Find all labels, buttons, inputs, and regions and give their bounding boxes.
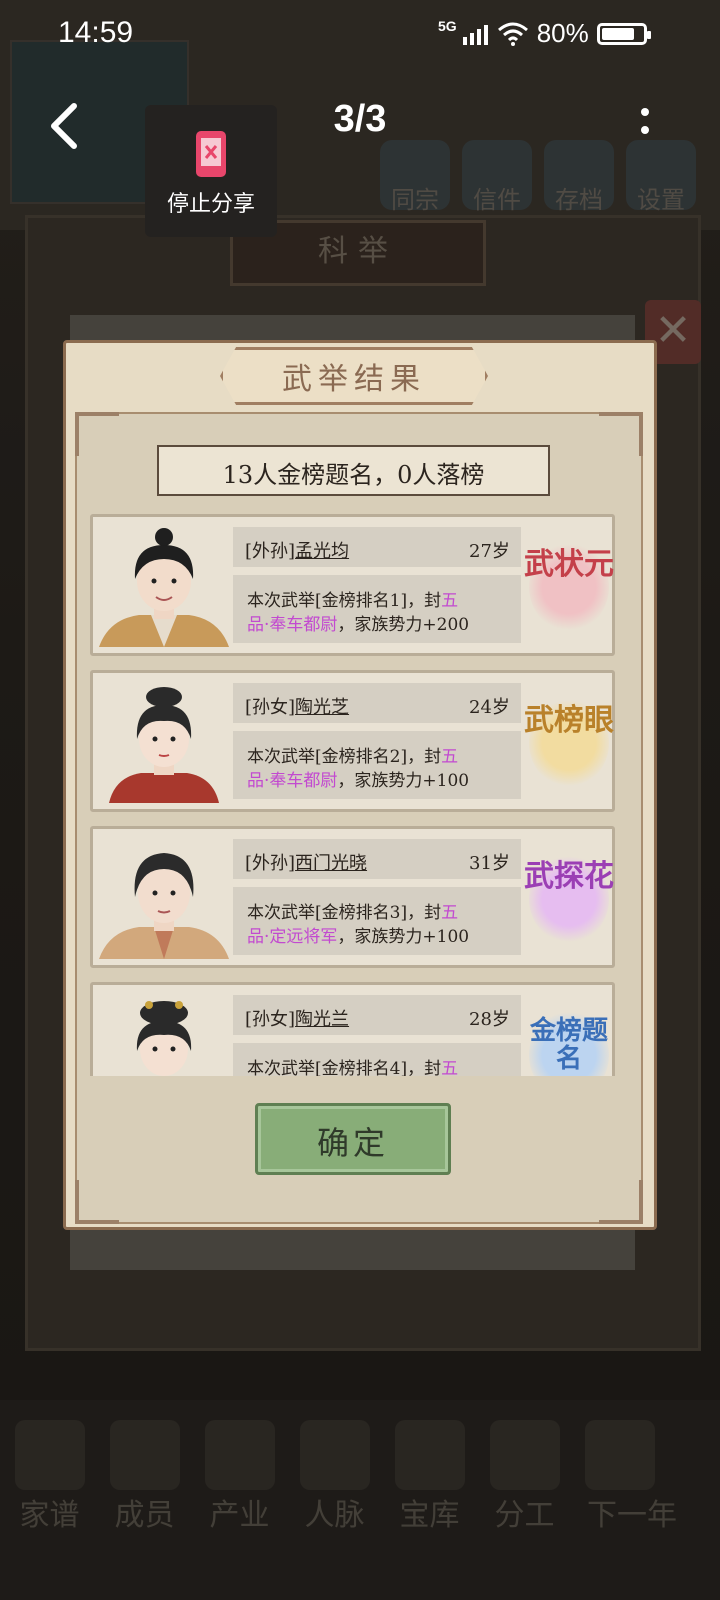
member-age: 27岁 — [469, 541, 510, 562]
desc-title-a: 五 — [441, 903, 459, 923]
result-card: [孙女]陶光兰 28岁 本次武举[金榜排名4]，封五 金榜题名 — [90, 982, 615, 1076]
battery-percent: 80% — [536, 18, 589, 48]
relation-label: [孙女] — [245, 697, 296, 718]
confirm-button-label: 确定 — [316, 1124, 389, 1162]
result-card: [外孙]西门光晓 31岁 本次武举[金榜排名3]，封五品·定远将军，家族势力+1… — [90, 826, 615, 968]
network-label: 5G — [438, 17, 457, 34]
result-description: 本次武举[金榜排名3]，封五品·定远将军，家族势力+100 — [247, 901, 515, 949]
corner-ornament — [599, 412, 643, 456]
desc-prefix: 本次武举[金榜排名2]，封 — [247, 747, 442, 767]
rank-badge: 武榜眼 — [524, 703, 614, 738]
desc-title-a: 五 — [441, 1059, 459, 1076]
corner-ornament — [75, 1180, 119, 1224]
stop-share-icon — [196, 131, 226, 177]
desc-prefix: 本次武举[金榜排名3]，封 — [247, 903, 442, 923]
rank-badge: 金榜题名 — [529, 1016, 608, 1074]
desc-suffix: ，家族势力+100 — [337, 927, 470, 947]
member-age: 28岁 — [469, 1009, 510, 1030]
stop-share-label: 停止分享 — [166, 192, 255, 217]
female-portrait-icon — [136, 1001, 192, 1076]
result-description: 本次武举[金榜排名1]，封五品·奉车都尉，家族势力+200 — [247, 589, 515, 637]
member-age: 31岁 — [469, 853, 510, 874]
corner-ornament — [75, 412, 119, 456]
result-card: [外孙]孟光均 27岁 本次武举[金榜排名1]，封五品·奉车都尉，家族势力+20… — [90, 514, 615, 656]
dialog-title: 武举结果 — [282, 362, 426, 397]
female-portrait-icon — [109, 687, 219, 803]
rank-badge: 武探花 — [524, 859, 614, 894]
wifi-icon — [497, 22, 528, 46]
rank-badge: 武状元 — [524, 547, 614, 582]
male-portrait-icon — [99, 528, 229, 647]
back-button[interactable] — [40, 98, 90, 154]
page-indicator: 3/3 — [333, 98, 387, 140]
result-card: [孙女]陶光芝 24岁 本次武举[金榜排名2]，封五品·奉车都尉，家族势力+10… — [90, 670, 615, 812]
status-time: 14:59 — [58, 16, 134, 49]
more-options-button[interactable] — [630, 100, 660, 150]
member-age: 24岁 — [469, 697, 510, 718]
member-name: [外孙]孟光均 — [245, 537, 349, 563]
desc-suffix: ，家族势力+100 — [337, 771, 470, 791]
status-indicators: 5G 80% — [438, 17, 651, 49]
corner-ornament — [599, 1180, 643, 1224]
member-name-link[interactable]: 陶光兰 — [295, 1009, 349, 1030]
member-name-link[interactable]: 孟光均 — [295, 541, 349, 562]
member-name-link[interactable]: 陶光芝 — [295, 697, 349, 718]
desc-prefix: 本次武举[金榜排名1]，封 — [247, 591, 442, 611]
signal-icon — [462, 24, 488, 45]
desc-title-b: 品·定远将军 — [247, 927, 338, 947]
member-name-link[interactable]: 西门光晓 — [295, 853, 367, 874]
relation-label: [外孙] — [245, 541, 296, 562]
desc-title-b: 品·奉车都尉 — [247, 615, 338, 635]
member-name: [外孙]西门光晓 — [245, 849, 367, 875]
desc-suffix: ，家族势力+200 — [337, 615, 470, 635]
battery-icon — [596, 22, 651, 45]
member-name: [孙女]陶光兰 — [245, 1005, 349, 1031]
result-description: 本次武举[金榜排名2]，封五品·奉车都尉，家族势力+100 — [247, 745, 515, 793]
member-name: [孙女]陶光芝 — [245, 693, 349, 719]
relation-label: [孙女] — [245, 1009, 296, 1030]
male-portrait-icon — [99, 853, 229, 959]
desc-title-a: 五 — [441, 747, 459, 767]
desc-title-b: 品·奉车都尉 — [247, 771, 338, 791]
more-vertical-icon — [641, 108, 649, 134]
relation-label: [外孙] — [245, 853, 296, 874]
desc-title-a: 五 — [441, 591, 459, 611]
chevron-left-icon — [51, 103, 77, 149]
result-description: 本次武举[金榜排名4]，封五 — [247, 1057, 515, 1076]
desc-prefix: 本次武举[金榜排名4]，封 — [247, 1059, 442, 1076]
summary-text: 13人金榜题名，0人落榜 — [222, 461, 485, 489]
result-list[interactable]: [外孙]孟光均 27岁 本次武举[金榜排名1]，封五 品·奉车都尉，家族势力+20… — [88, 512, 618, 1076]
